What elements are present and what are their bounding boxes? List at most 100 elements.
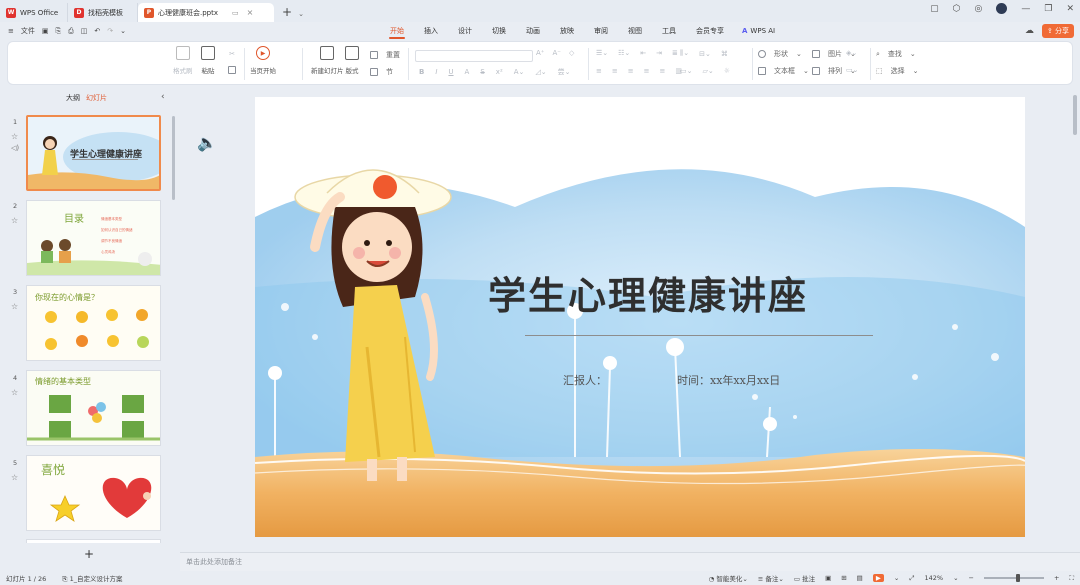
save-icon[interactable]: ▣ (42, 27, 49, 35)
tab-outline[interactable]: 大纲 (66, 93, 80, 103)
tab-animations[interactable]: 动画 (516, 22, 550, 40)
date-field[interactable]: 时间：xx年xx月xx日 (677, 372, 780, 388)
star-icon[interactable]: ☆ (11, 473, 18, 482)
globe-icon[interactable]: ◎ (975, 4, 983, 14)
text-direction-icon[interactable]: ⫼⌄ (680, 49, 689, 58)
strikethrough-icon[interactable]: A (465, 68, 470, 76)
underline-icon[interactable]: U (448, 68, 453, 76)
star-icon[interactable]: ☆ (11, 302, 18, 311)
print-preview-icon[interactable]: ◫ (81, 27, 88, 35)
zoom-in-icon[interactable]: + (1054, 574, 1059, 582)
avatar[interactable] (996, 3, 1008, 14)
star-icon[interactable]: ☆ (11, 132, 18, 141)
section-button[interactable]: 节 (370, 67, 393, 77)
shrink-font-icon[interactable]: A⁻ (552, 49, 560, 57)
print-icon[interactable]: ⎙ (68, 27, 74, 36)
decrease-indent-icon[interactable]: ⇤ (640, 49, 646, 57)
share-button[interactable]: ⇪ 分享 (1041, 24, 1074, 38)
slide-thumbnail-2[interactable]: 目录 情绪基本类型 如何认识自己的情绪 调节不良情绪 心灵鸡汤 (26, 200, 161, 276)
tab-insert[interactable]: 插入 (414, 22, 448, 40)
layout-button[interactable]: 版式 (345, 46, 359, 75)
notes-pane[interactable]: 单击此处添加备注 (180, 552, 1080, 571)
slide-thumbnail-5[interactable]: 喜悦 (26, 455, 161, 531)
copy-icon[interactable] (228, 66, 236, 74)
close-window-icon[interactable]: ✕ (1066, 4, 1074, 14)
cut-icon[interactable]: ✂ (229, 50, 235, 58)
clear-format-icon[interactable]: ◇ (569, 49, 574, 57)
fill-dropdown[interactable]: ◈⌄ (846, 49, 857, 57)
comments-button[interactable]: ▭ 批注 (794, 573, 815, 583)
slide-thumbnail-1[interactable]: 学生心理健康讲座 (26, 115, 161, 191)
outline-dropdown[interactable]: ▭⌄ (846, 66, 858, 74)
zoom-slider[interactable] (983, 574, 1044, 582)
numbered-list-icon[interactable]: ☷⌄ (618, 49, 630, 57)
reading-view-icon[interactable]: ▤ (857, 574, 863, 582)
minimize-icon[interactable]: — (1021, 4, 1030, 14)
shape-button[interactable]: 形状 ⌄ (758, 49, 802, 59)
tab-view[interactable]: 视图 (618, 22, 652, 40)
increase-indent-icon[interactable]: ⇥ (656, 49, 662, 57)
distribute-icon[interactable]: ≡ (660, 67, 666, 75)
find-button[interactable]: ⌕ 查找 ⌄ (876, 49, 916, 59)
select-button[interactable]: ⬚ 选择 ⌄ (876, 66, 919, 76)
close-tab-icon[interactable]: × (247, 8, 254, 17)
maximize-icon[interactable]: ❐ (1044, 4, 1052, 14)
grid-view-icon[interactable]: ⊞ (841, 574, 846, 582)
paste-button[interactable]: 粘贴 (201, 46, 215, 75)
cloud-sync-icon[interactable]: ☁ (1025, 26, 1034, 36)
export-icon[interactable]: ⎘ (56, 27, 62, 36)
slide-1[interactable]: 学生心理健康讲座 汇报人： 时间：xx年xx月xx日 (255, 97, 1025, 537)
file-menu[interactable]: 文件 (21, 26, 35, 36)
smartart-icon[interactable]: ⌘ (721, 50, 728, 58)
tab-transitions[interactable]: 切换 (482, 22, 516, 40)
slide-thumbnail-4[interactable]: 情绪的基本类型 (26, 370, 161, 446)
line-spacing-icon[interactable]: ≣ (672, 49, 678, 57)
tab-design[interactable]: 设计 (448, 22, 482, 40)
smart-beautify-button[interactable]: ◔ 智能美化⌄ (709, 573, 748, 583)
restore-tab-icon[interactable]: ▢ (930, 4, 939, 14)
zoom-out-icon[interactable]: − (969, 574, 974, 582)
undo-icon[interactable]: ↶ (94, 27, 100, 35)
slideshow-play-icon[interactable]: ▶ (872, 574, 884, 582)
grow-font-icon[interactable]: A⁺ (536, 49, 544, 57)
bullet-list-icon[interactable]: ☰⌄ (596, 49, 608, 57)
new-tab-button[interactable]: + (274, 5, 298, 22)
slide-title[interactable]: 学生心理健康讲座 (488, 265, 808, 320)
bold-icon[interactable]: B (419, 68, 424, 76)
strike-icon[interactable]: S (480, 68, 484, 76)
char-spacing-icon[interactable]: 尝⌄ (558, 67, 571, 77)
tab-slideshow[interactable]: 放映 (550, 22, 584, 40)
chevron-down-icon[interactable]: ⌄ (120, 27, 126, 35)
theme-button[interactable]: ⎘ 1_自定义设计方案 (62, 573, 122, 584)
tab-slides[interactable]: 幻灯片 (86, 93, 107, 103)
reset-button[interactable]: 重置 (370, 50, 400, 60)
tab-tools[interactable]: 工具 (652, 22, 686, 40)
start-current-button[interactable]: ▶ 当页开始 (250, 46, 276, 75)
highlight-icon[interactable]: ◿⌄ (535, 68, 546, 76)
justify-icon[interactable]: ≡ (644, 67, 650, 75)
monitor-icon[interactable]: ▭ (232, 9, 239, 17)
textbox-button[interactable]: 文本框 ⌄ (758, 66, 809, 76)
add-slide-button[interactable]: + (84, 547, 94, 561)
star-icon[interactable]: ☆ (11, 388, 18, 397)
slide-thumbnail-6[interactable] (26, 539, 161, 543)
redo-icon[interactable]: ↷ (107, 27, 113, 35)
chevron-down-icon[interactable]: ⌄ (298, 10, 304, 22)
zoom-level[interactable]: 142% (924, 574, 943, 582)
align-center-icon[interactable]: ≡ (612, 67, 618, 75)
tab-current-document[interactable]: P 心理健康班会.pptx ▭ × (138, 3, 274, 22)
panel-scrollbar[interactable] (172, 116, 175, 200)
tab-wps-office[interactable]: W WPS Office (0, 3, 68, 22)
font-color-icon[interactable]: A⌄ (514, 68, 525, 76)
wps-ai-button[interactable]: A WPS AI (734, 27, 783, 35)
outline-icon[interactable]: ▱⌄ (702, 67, 713, 75)
hamburger-icon[interactable]: ≡ (8, 27, 14, 35)
star-icon[interactable]: ☆ (11, 216, 18, 225)
box-icon[interactable]: ⬡ (953, 4, 961, 14)
superscript-icon[interactable]: x² (496, 68, 503, 76)
notes-button[interactable]: ≡ 备注⌄ (758, 573, 784, 583)
italic-icon[interactable]: I (435, 68, 437, 76)
effects-icon[interactable]: ☼ (724, 67, 730, 75)
tab-member[interactable]: 会员专享 (686, 22, 734, 40)
tab-home[interactable]: 开始 (380, 22, 414, 40)
